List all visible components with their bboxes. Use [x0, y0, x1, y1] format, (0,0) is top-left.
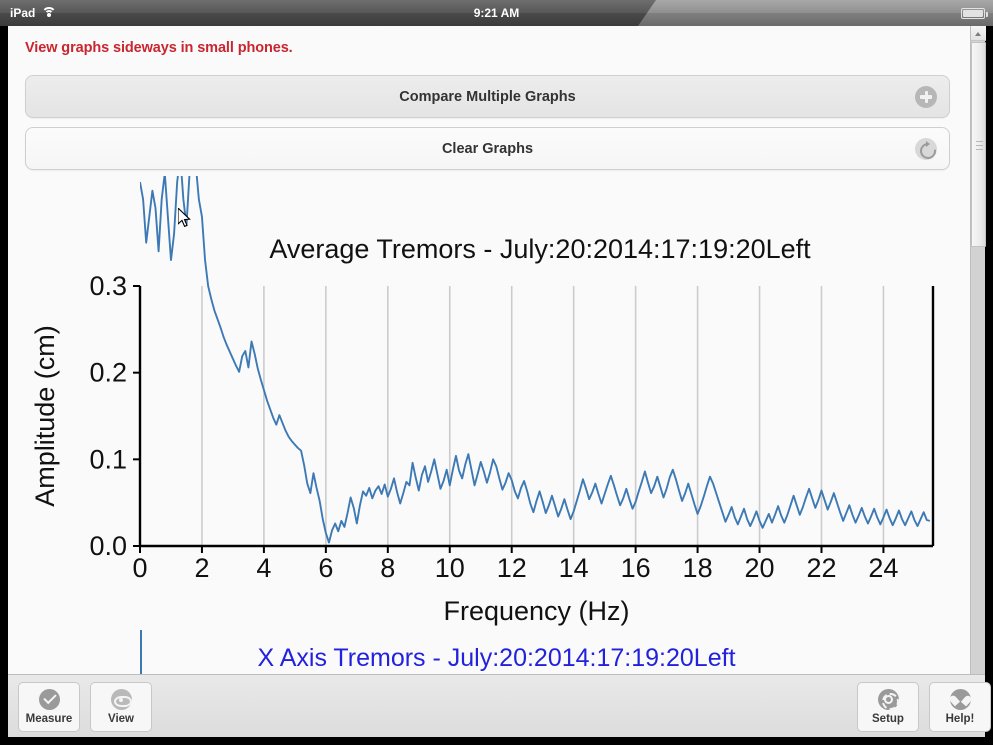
chart-canvas: Average Tremors - July:20:2014:17:19:20L… — [30, 176, 935, 626]
device-name: iPad — [10, 6, 36, 20]
svg-text:12: 12 — [497, 553, 527, 583]
sideways-notice: View graphs sideways in small phones. — [25, 40, 293, 56]
svg-text:0.3: 0.3 — [89, 271, 127, 301]
vertical-scrollbar[interactable] — [970, 26, 986, 674]
status-bar-left: iPad — [0, 6, 328, 20]
svg-text:18: 18 — [683, 553, 713, 583]
svg-text:16: 16 — [621, 553, 651, 583]
ios-status-bar: iPad 9:21 AM 100% — [0, 0, 993, 26]
setup-label: Setup — [872, 713, 904, 725]
plus-circle-icon[interactable] — [915, 85, 937, 108]
help-button[interactable]: Help! — [929, 682, 991, 732]
svg-text:10: 10 — [435, 553, 465, 583]
average-tremors-chart: Average Tremors - July:20:2014:17:19:20L… — [8, 176, 985, 636]
page-content: View graphs sideways in small phones. Co… — [8, 26, 985, 674]
svg-text:Frequency (Hz): Frequency (Hz) — [443, 596, 629, 626]
gear-icon — [877, 689, 899, 710]
view-label: View — [108, 713, 134, 725]
svg-text:0.2: 0.2 — [89, 358, 127, 388]
status-bar-notch — [638, 0, 993, 26]
clear-graphs-label: Clear Graphs — [441, 140, 534, 157]
svg-text:22: 22 — [806, 553, 836, 583]
mouse-cursor — [178, 208, 191, 228]
measure-button[interactable]: Measure — [18, 682, 80, 732]
svg-text:0.1: 0.1 — [89, 444, 127, 474]
svg-text:6: 6 — [318, 553, 333, 583]
scrollbar-thumb[interactable] — [971, 42, 986, 247]
svg-text:2: 2 — [194, 553, 209, 583]
svg-text:4: 4 — [256, 553, 271, 583]
x-axis-tremors-title: X Axis Tremors - July:20:2014:17:19:20Le… — [257, 644, 736, 672]
view-button[interactable]: View — [90, 682, 152, 732]
eye-icon — [110, 689, 132, 710]
heart-icon — [949, 689, 971, 710]
status-bar-time: 9:21 AM — [473, 6, 520, 20]
svg-text:Amplitude (cm): Amplitude (cm) — [30, 325, 60, 507]
svg-text:0.0: 0.0 — [89, 531, 127, 561]
bottom-toolbar: Measure View Setup Help! — [8, 674, 991, 737]
clear-graphs-button[interactable]: Clear Graphs — [25, 127, 950, 170]
app-root: iPad 9:21 AM 100% View graphs sideways i… — [0, 0, 993, 745]
setup-button[interactable]: Setup — [857, 682, 919, 732]
measure-label: Measure — [25, 713, 73, 725]
caret-up-icon[interactable] — [971, 26, 986, 41]
svg-text:Average Tremors - July:20:2014: Average Tremors - July:20:2014:17:19:20L… — [269, 234, 811, 264]
svg-text:0: 0 — [132, 553, 147, 583]
wifi-icon — [41, 7, 57, 19]
help-label: Help! — [945, 713, 975, 725]
svg-text:24: 24 — [868, 553, 898, 583]
refresh-circle-icon[interactable] — [915, 137, 937, 160]
svg-text:8: 8 — [380, 553, 395, 583]
check-circle-icon — [38, 689, 60, 710]
battery-icon — [960, 7, 988, 19]
svg-text:20: 20 — [745, 553, 775, 583]
svg-text:14: 14 — [559, 553, 589, 583]
compare-multiple-graphs-label: Compare Multiple Graphs — [399, 88, 576, 105]
compare-multiple-graphs-button[interactable]: Compare Multiple Graphs — [25, 75, 950, 118]
